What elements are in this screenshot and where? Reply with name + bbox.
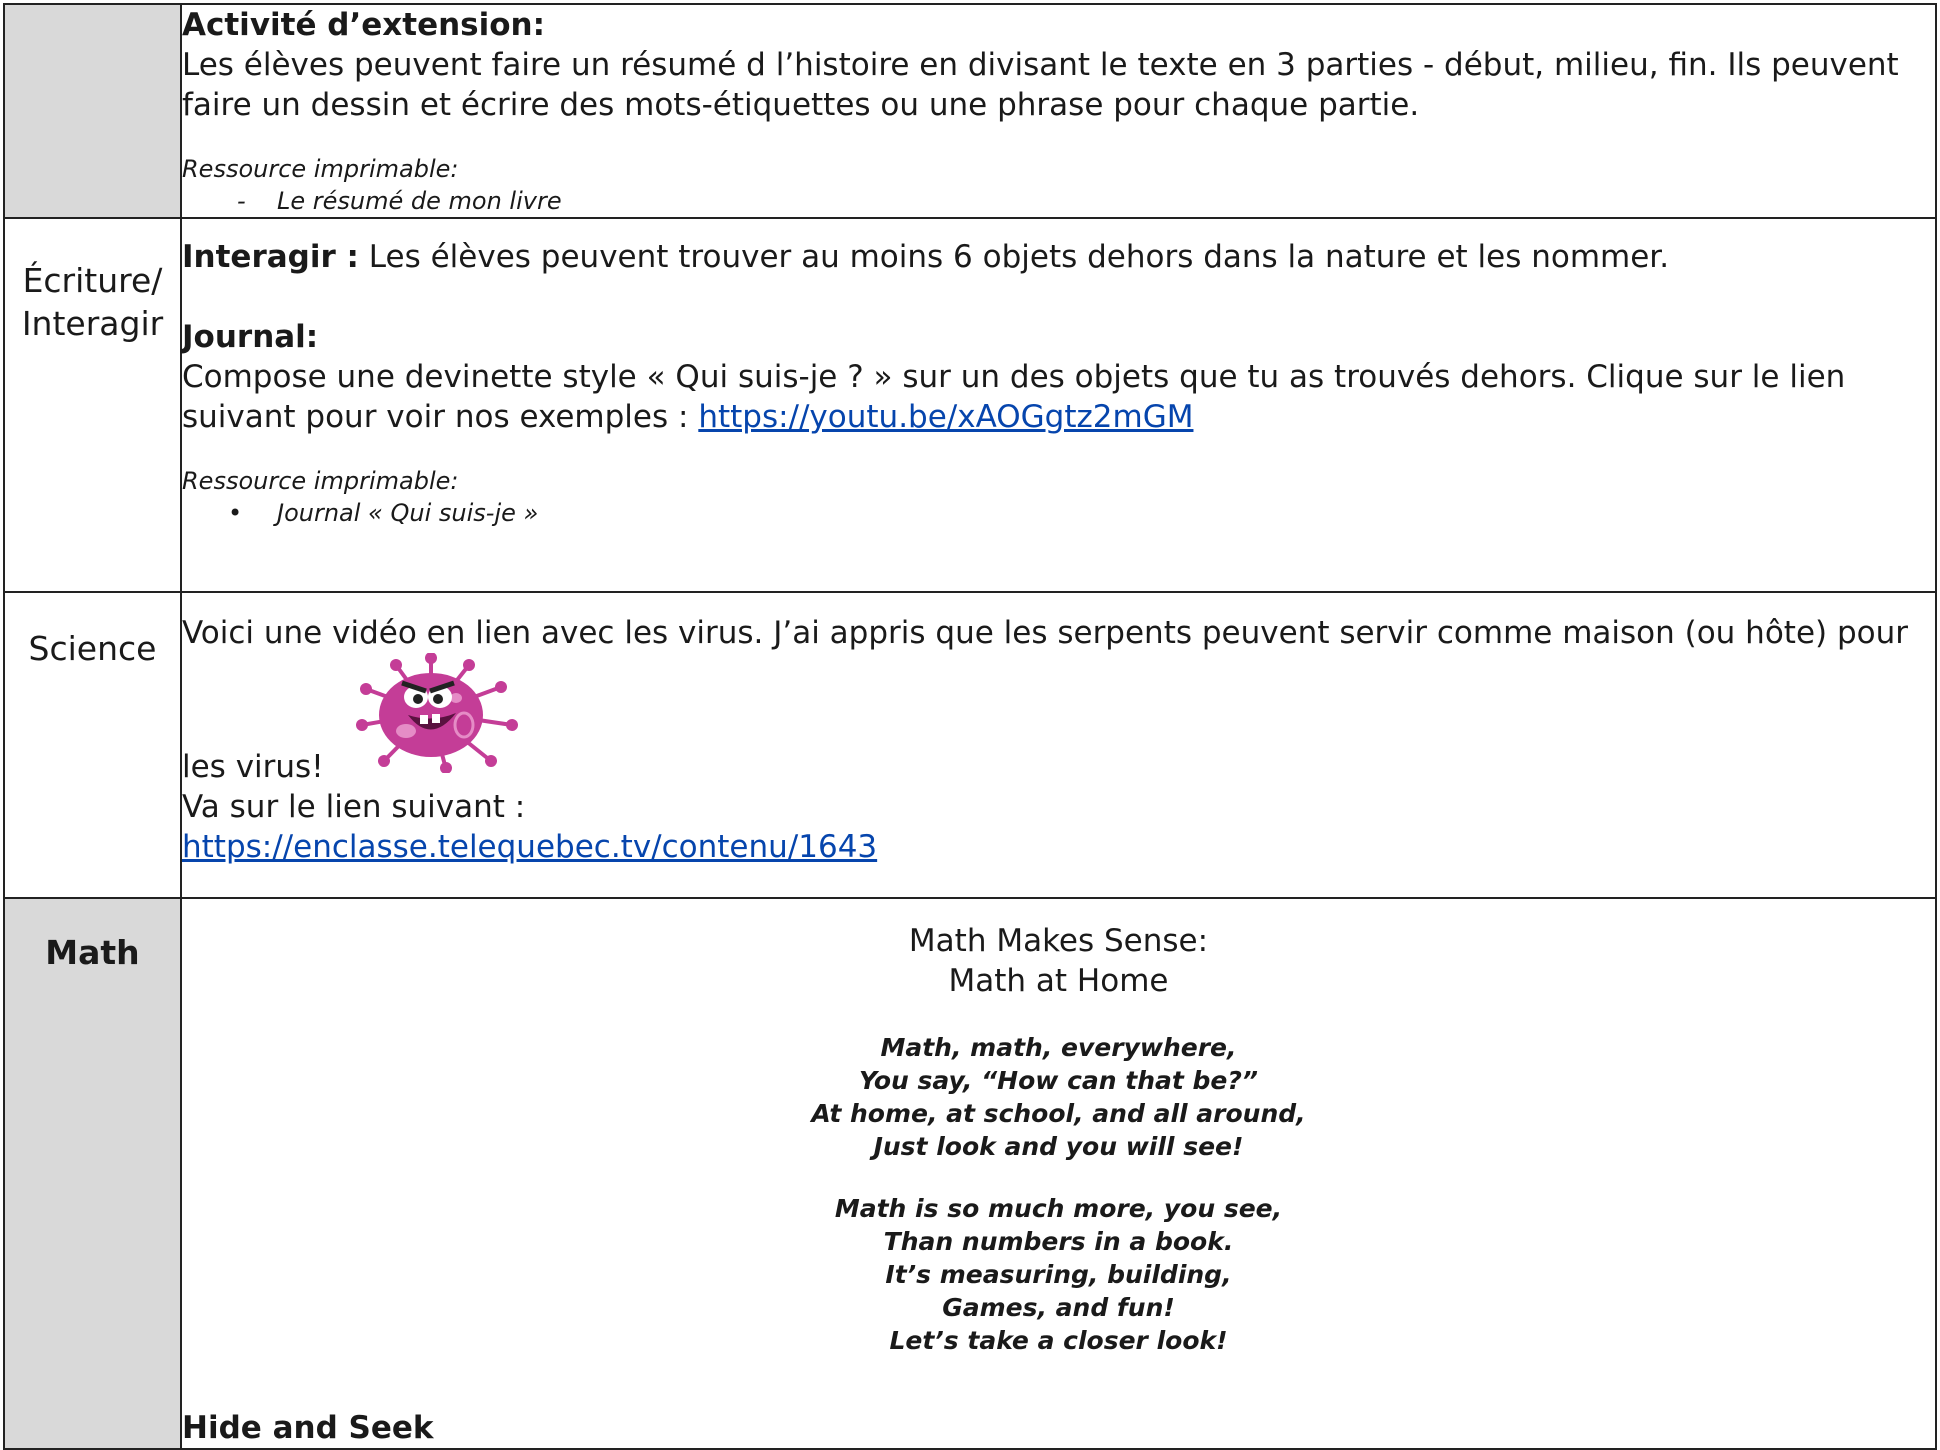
ecriture-subject-cell: Écriture/ Interagir (3, 217, 182, 593)
journal-label: Journal: (182, 319, 319, 355)
extension-resource-label: Ressource imprimable: (182, 155, 459, 183)
poem-line: You say, “How can that be?” (858, 1066, 1258, 1095)
lesson-plan-table: Activité d’extension: Les élèves peuvent… (3, 3, 1937, 1450)
hide-and-seek-heading: Hide and Seek (182, 1410, 434, 1446)
science-subject: Science (28, 629, 157, 668)
science-row: Science Voici une vidéo en lien avec les… (3, 591, 1937, 899)
poem-line: Math is so much more, you see, (834, 1194, 1283, 1223)
math-title-line1: Math Makes Sense: (908, 923, 1209, 959)
journal-paragraph: Compose une devinette style « Qui suis-j… (182, 357, 1935, 437)
science-text-end: les virus! (182, 749, 324, 785)
interagir-paragraph: Interagir : Les élèves peuvent trouver a… (182, 237, 1935, 277)
poem-line: Than numbers in a book. (883, 1227, 1234, 1256)
math-row: Math Math Makes Sense: Math at Home Math… (3, 897, 1937, 1450)
interagir-label: Interagir : (182, 239, 359, 275)
extension-resource-list: Le résumé de mon livre (182, 185, 1935, 217)
extension-subject-cell (3, 3, 182, 219)
list-item: Journal « Qui suis-je » (182, 497, 1935, 529)
virus-cartoon-icon (336, 652, 526, 783)
poem-line: Games, and fun! (942, 1293, 1175, 1322)
poem-line: Just look and you will see! (873, 1132, 1244, 1161)
telequebec-link[interactable]: https://enclasse.telequebec.tv/contenu/1… (182, 829, 877, 865)
poem-line: Math, math, everywhere, (880, 1033, 1237, 1062)
poem-line: Let’s take a closer look! (889, 1326, 1228, 1355)
ecriture-subject-line2: Interagir (21, 304, 164, 343)
list-item: Le résumé de mon livre (182, 185, 1935, 217)
extension-content: Activité d’extension: Les élèves peuvent… (180, 3, 1937, 219)
extension-text: Les élèves peuvent faire un résumé d l’h… (182, 47, 1899, 123)
extension-heading: Activité d’extension: (182, 7, 546, 43)
science-content: Voici une vidéo en lien avec les virus. … (180, 591, 1937, 899)
math-subject: Math (45, 933, 140, 972)
science-text: Voici une vidéo en lien avec les virus. … (182, 615, 1909, 651)
interagir-text: Les élèves peuvent trouver au moins 6 ob… (358, 239, 1670, 275)
ecriture-resource-list: Journal « Qui suis-je » (182, 497, 1935, 529)
science-virus-line: les virus! (182, 652, 1935, 787)
ecriture-subject-line1: Écriture/ (22, 261, 163, 300)
math-content: Math Makes Sense: Math at Home Math, mat… (180, 897, 1937, 1450)
science-link-intro: Va sur le lien suivant : (182, 789, 526, 825)
poem-stanza-1: Math, math, everywhere, You say, “How ca… (182, 1031, 1935, 1163)
science-subject-cell: Science (3, 591, 182, 899)
poem-stanza-2: Math is so much more, you see, Than numb… (182, 1192, 1935, 1357)
youtube-link[interactable]: https://youtu.be/xAOGgtz2mGM (698, 399, 1193, 435)
math-title-line2: Math at Home (948, 963, 1169, 999)
ecriture-content: Interagir : Les élèves peuvent trouver a… (180, 217, 1937, 593)
poem-line: At home, at school, and all around, (811, 1099, 1306, 1128)
ecriture-row: Écriture/ Interagir Interagir : Les élèv… (3, 217, 1937, 593)
extension-row: Activité d’extension: Les élèves peuvent… (3, 3, 1937, 219)
ecriture-resource-label: Ressource imprimable: (182, 467, 459, 495)
poem-line: It’s measuring, building, (885, 1260, 1232, 1289)
math-subject-cell: Math (3, 897, 182, 1450)
